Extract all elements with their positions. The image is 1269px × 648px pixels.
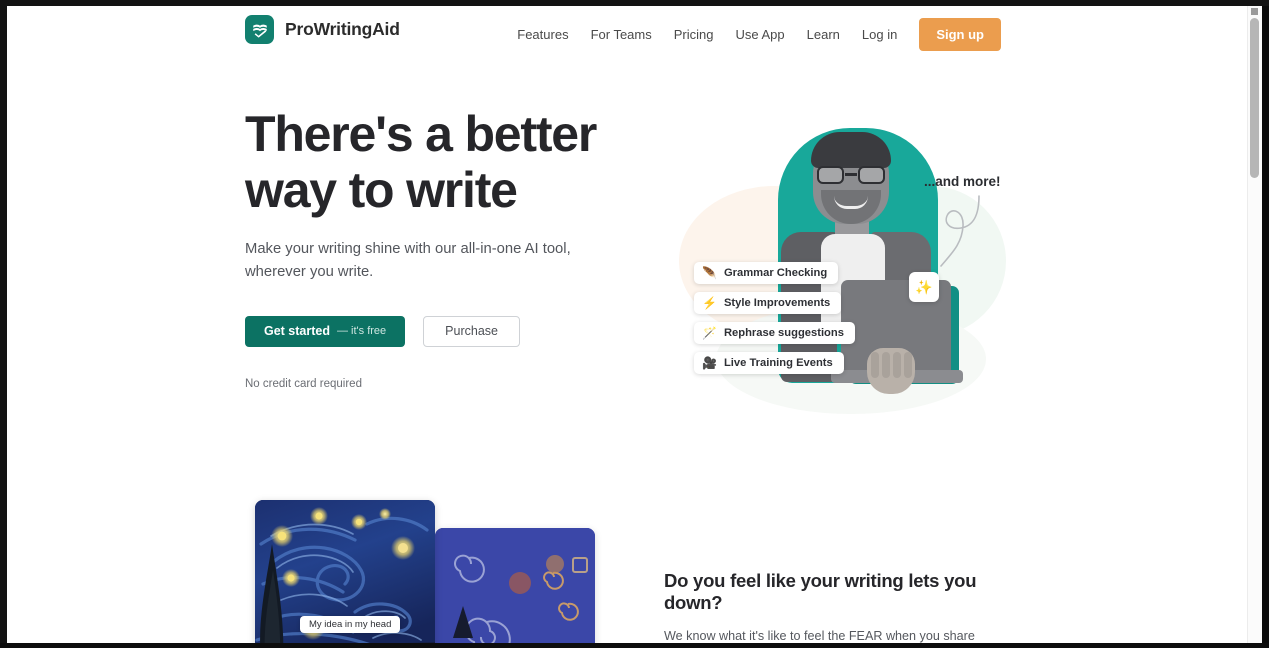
magic-wand-icon: 🪄 — [702, 326, 717, 340]
nav-item-learn[interactable]: Learn — [796, 22, 851, 47]
hero-illustration: 🪶 Grammar Checking ⚡ Style Improvements … — [671, 114, 1021, 444]
page-content: ProWritingAid Features For Teams Pricing… — [7, 6, 1247, 643]
browser-frame: ProWritingAid Features For Teams Pricing… — [0, 0, 1269, 648]
book-logo-icon — [245, 15, 274, 44]
glasses-left-lens — [817, 166, 844, 184]
scribble-doodles — [435, 528, 595, 643]
browser-chrome-bottom-edge — [0, 643, 1269, 648]
lower-paragraph: We know what it's like to feel the FEAR … — [664, 629, 975, 643]
page-viewport: ProWritingAid Features For Teams Pricing… — [7, 6, 1262, 643]
get-started-note: — it's free — [337, 325, 387, 338]
site-header: ProWritingAid Features For Teams Pricing… — [7, 6, 1247, 62]
scroll-up-arrow-icon[interactable] — [1251, 8, 1258, 15]
lightning-bolt-icon: ⚡ — [702, 296, 717, 310]
feature-chip-rephrase-suggestions: 🪄 Rephrase suggestions — [694, 322, 855, 344]
feature-chip-live-training-events: 🎥 Live Training Events — [694, 352, 844, 374]
hero-cta-group: Get started — it's free Purchase — [245, 315, 645, 347]
artwork-comparison: My idea in my head — [245, 500, 605, 643]
hero-title: There's a better way to write — [245, 106, 597, 218]
lower-copy-block: Do you feel like your writing lets you d… — [664, 570, 1014, 643]
glasses-right-lens — [858, 166, 885, 184]
starry-night-artwork-card: My idea in my head — [255, 500, 435, 643]
hero-copy-block: There's a better way to write Make your … — [245, 106, 645, 390]
sparkle-icon: ✨ — [909, 272, 939, 302]
nav-item-pricing[interactable]: Pricing — [663, 22, 725, 47]
no-credit-card-note: No credit card required — [245, 377, 362, 390]
scribble-artwork-card — [435, 528, 595, 643]
nav-item-use-app[interactable]: Use App — [725, 22, 796, 47]
nav-item-features[interactable]: Features — [506, 22, 579, 47]
glasses-bridge — [845, 173, 857, 176]
hero-section: There's a better way to write Make your … — [7, 62, 1247, 482]
video-camera-icon: 🎥 — [702, 356, 717, 370]
person-hand — [867, 348, 915, 394]
vertical-scrollbar-track[interactable] — [1247, 6, 1262, 643]
feature-chip-label: Grammar Checking — [723, 267, 828, 279]
hero-subtitle: Make your writing shine with our all-in-… — [245, 241, 571, 281]
hand-finger — [871, 352, 879, 378]
person-hair — [811, 132, 891, 168]
vertical-scrollbar-thumb[interactable] — [1250, 18, 1259, 178]
hand-finger — [893, 352, 901, 378]
hand-finger — [882, 352, 890, 378]
brand-logo-link[interactable]: ProWritingAid — [245, 15, 400, 44]
nav-item-for-teams[interactable]: For Teams — [580, 22, 663, 47]
person-glasses-icon — [816, 166, 886, 184]
artwork-caption: My idea in my head — [300, 616, 401, 633]
sign-up-button[interactable]: Sign up — [919, 18, 1001, 51]
brand-name-text: ProWritingAid — [285, 19, 400, 39]
feather-pen-icon: 🪶 — [702, 266, 717, 280]
feature-chip-style-improvements: ⚡ Style Improvements — [694, 292, 842, 314]
purchase-button[interactable]: Purchase — [423, 315, 520, 347]
feature-chip-label: Style Improvements — [723, 297, 831, 309]
lower-heading: Do you feel like your writing lets you d… — [664, 570, 977, 613]
feature-chip-label: Rephrase suggestions — [723, 327, 844, 339]
feature-chip-label: Live Training Events — [723, 357, 833, 369]
curly-arrow-icon — [940, 195, 980, 267]
lower-section: My idea in my head Do you feel like your… — [7, 482, 1247, 643]
get-started-label: Get started — [264, 324, 330, 339]
primary-navigation: Features For Teams Pricing Use App Learn… — [506, 18, 1001, 51]
nav-item-log-in[interactable]: Log in — [851, 22, 908, 47]
and-more-callout-label: ...and more! — [924, 174, 1001, 189]
browser-chrome-left-edge — [0, 0, 7, 648]
feature-chip-grammar-checking: 🪶 Grammar Checking — [694, 262, 839, 284]
get-started-button[interactable]: Get started — it's free — [245, 315, 406, 347]
hand-finger — [904, 352, 912, 378]
